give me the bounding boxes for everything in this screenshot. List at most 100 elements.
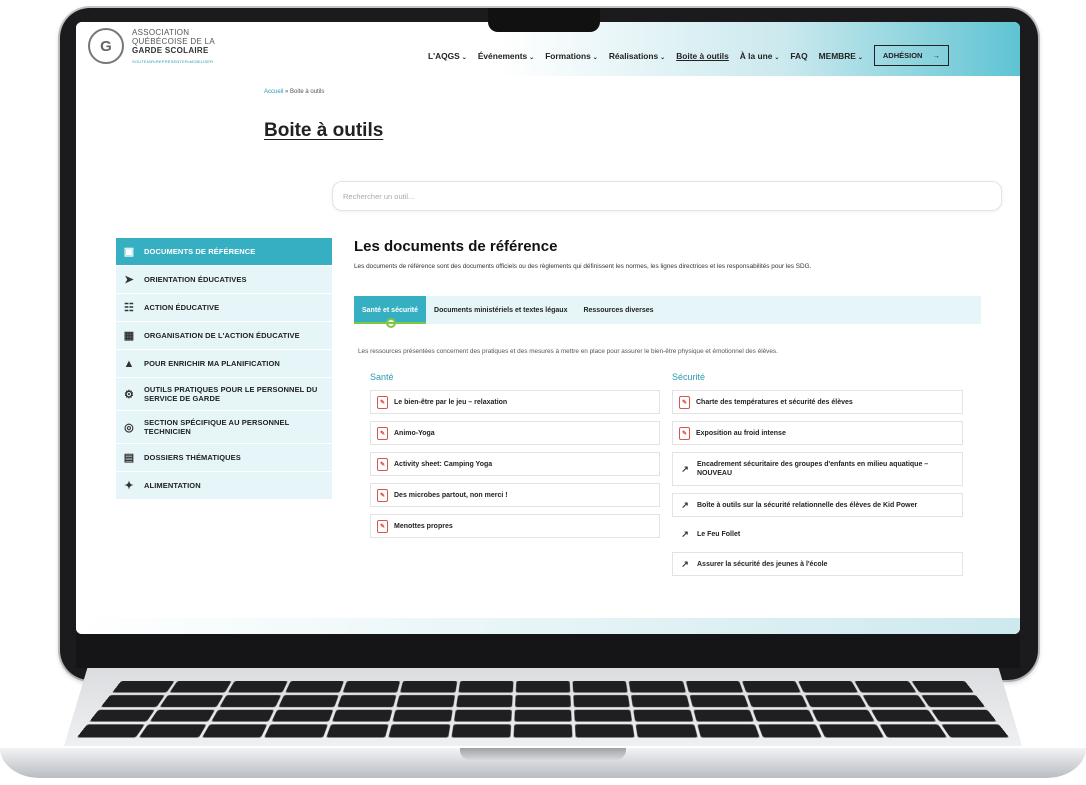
nav-item-faq[interactable]: FAQ: [790, 51, 807, 61]
chevron-down-icon: ⌄: [858, 55, 863, 61]
pdf-icon: ✎: [377, 458, 388, 471]
tab-sante-securite[interactable]: Santé et sécurité: [354, 296, 426, 324]
magnifier-document-icon: ☷: [122, 301, 136, 315]
external-link-icon: ↗: [679, 464, 691, 475]
list-item[interactable]: ✎ Le bien-être par le jeu – relaxation: [370, 390, 660, 414]
sidebar-item-label: DOCUMENTS DE RÉFÉRENCE: [144, 247, 255, 256]
sidebar-item-label: ORGANISATION DE L'ACTION ÉDUCATIVE: [144, 331, 300, 340]
nav-item-membre[interactable]: MEMBRE ⌄: [819, 51, 863, 61]
chevron-down-icon: ⌄: [660, 55, 665, 61]
list-item[interactable]: ✎ Des microbes partout, non merci !: [370, 483, 660, 507]
tool-search: [332, 181, 1002, 211]
sidebar-item-dossiers-thematiques[interactable]: ▤ DOSSIERS THÉMATIQUES: [116, 444, 332, 471]
sidebar-item-documents-reference[interactable]: ▣ DOCUMENTS DE RÉFÉRENCE: [116, 238, 332, 265]
pdf-icon: ✎: [377, 396, 388, 409]
list-item[interactable]: ↗ Le Feu Follet: [672, 522, 963, 546]
logo-line-3: GARDE SCOLAIRE: [132, 46, 215, 55]
sidebar-item-organisation[interactable]: ▦ ORGANISATION DE L'ACTION ÉDUCATIVE: [116, 322, 332, 349]
list-item[interactable]: ✎ Exposition au froid intense: [672, 421, 963, 445]
search-input[interactable]: [333, 182, 1001, 210]
list-item[interactable]: ✎ Menottes propres: [370, 514, 660, 538]
list-item[interactable]: ✎ Charte des températures et sécurité des…: [672, 390, 963, 414]
nav-item-boite-a-outils[interactable]: Boite à outils: [676, 51, 729, 61]
document-search-icon: ▣: [122, 245, 136, 259]
sidebar-item-label: POUR ENRICHIR MA PLANIFICATION: [144, 359, 280, 368]
logo-tagline: SOUTENIR•REPRÉSENTER•MOBILISER: [132, 57, 215, 66]
category-sidebar: ▣ DOCUMENTS DE RÉFÉRENCE ➤ ORIENTATION É…: [116, 238, 332, 500]
sidebar-item-action-educative[interactable]: ☷ ACTION ÉDUCATIVE: [116, 294, 332, 321]
external-link-icon: ↗: [679, 529, 691, 540]
external-link-icon: ↗: [679, 500, 691, 511]
breadcrumb: Accueil » Boite à outils: [264, 89, 324, 95]
camera-notch: [488, 8, 600, 32]
sidebar-item-label: ALIMENTATION: [144, 481, 201, 490]
document-title: Encadrement sécuritaire des groupes d'en…: [697, 460, 962, 478]
list-item[interactable]: ✎ Animo-Yoga: [370, 421, 660, 445]
browser-screen: G ASSOCIATION QUÉBÉCOISE DE LA GARDE SCO…: [76, 22, 1020, 634]
list-item[interactable]: ↗ Assurer la sécurité des jeunes à l'écol…: [672, 552, 963, 576]
breadcrumb-separator: »: [283, 89, 290, 95]
growth-chart-icon: ▲: [122, 357, 136, 371]
pdf-icon: ✎: [377, 520, 388, 533]
calendar-grid-icon: ▦: [122, 329, 136, 343]
list-item[interactable]: ✎ Activity sheet: Camping Yoga: [370, 452, 660, 476]
pdf-icon: ✎: [679, 427, 690, 440]
sidebar-item-outils-pratiques[interactable]: ⚙ OUTILS PRATIQUES POUR LE PERSONNEL DU …: [116, 378, 332, 410]
logo-text: ASSOCIATION QUÉBÉCOISE DE LA GARDE SCOLA…: [132, 28, 215, 66]
nav-item-evenements[interactable]: Événements ⌄: [478, 51, 534, 61]
laptop-bezel-bottom: [76, 634, 1020, 668]
list-item[interactable]: ↗ Boîte à outils sur la sécurité relation…: [672, 493, 963, 517]
chevron-down-icon: ⌄: [774, 55, 779, 61]
laptop-thumb-notch: [460, 748, 626, 760]
nav-label: Événements: [478, 51, 527, 61]
main-content: Les documents de référence Les documents…: [354, 238, 984, 270]
site-logo[interactable]: G ASSOCIATION QUÉBÉCOISE DE LA GARDE SCO…: [88, 28, 215, 66]
tab-documents-ministeriels[interactable]: Documents ministériels et textes légaux: [426, 296, 575, 324]
breadcrumb-current: Boite à outils: [290, 89, 324, 95]
document-title: Le bien-être par le jeu – relaxation: [394, 398, 507, 407]
nav-item-realisations[interactable]: Réalisations ⌄: [609, 51, 665, 61]
tab-ressources-diverses[interactable]: Ressources diverses: [575, 296, 661, 324]
chevron-down-icon: ⌄: [593, 55, 598, 61]
nav-label: MEMBRE: [819, 51, 856, 61]
sidebar-item-orientation-educatives[interactable]: ➤ ORIENTATION ÉDUCATIVES: [116, 266, 332, 293]
nav-label: À la une: [740, 51, 773, 61]
adhesion-button[interactable]: ADHÉSION →: [874, 45, 949, 66]
breadcrumb-home-link[interactable]: Accueil: [264, 89, 283, 95]
list-item[interactable]: ↗ Encadrement sécuritaire des groupes d'e…: [672, 452, 963, 486]
document-title: Des microbes partout, non merci !: [394, 491, 508, 500]
external-link-icon: ↗: [679, 559, 691, 570]
sidebar-item-enrichir-planification[interactable]: ▲ POUR ENRICHIR MA PLANIFICATION: [116, 350, 332, 377]
document-title: Exposition au froid intense: [696, 429, 786, 438]
document-title: Charte des températures et sécurité des …: [696, 398, 853, 407]
laptop-mockup: G ASSOCIATION QUÉBÉCOISE DE LA GARDE SCO…: [0, 0, 1086, 785]
logo-line-1: ASSOCIATION: [132, 28, 215, 37]
adhesion-label: ADHÉSION: [883, 51, 923, 60]
document-title: Activity sheet: Camping Yoga: [394, 460, 492, 469]
sidebar-item-personnel-technicien[interactable]: ◎ SECTION SPÉCIFIQUE AU PERSONNEL TECHNI…: [116, 411, 332, 443]
document-title: Assurer la sécurité des jeunes à l'école: [697, 560, 827, 569]
sante-column-title: Santé: [370, 372, 394, 382]
carrot-icon: ✦: [122, 479, 136, 493]
document-title: Boîte à outils sur la sécurité relationn…: [697, 501, 917, 510]
sidebar-item-label: ORIENTATION ÉDUCATIVES: [144, 275, 247, 284]
pdf-icon: ✎: [377, 489, 388, 502]
settings-people-icon: ⚙: [122, 387, 136, 401]
document-title: Menottes propres: [394, 522, 453, 531]
nav-item-aqgs[interactable]: L'AQGS ⌄: [428, 51, 467, 61]
nav-label: Réalisations: [609, 51, 658, 61]
nav-label: L'AQGS: [428, 51, 460, 61]
screen-footer-band: [76, 618, 1020, 634]
nav-label: Formations: [545, 51, 591, 61]
nav-item-a-la-une[interactable]: À la une ⌄: [740, 51, 780, 61]
logo-emblem-icon: G: [88, 28, 124, 64]
section-intro: Les documents de référence sont des docu…: [354, 263, 984, 270]
pdf-icon: ✎: [679, 396, 690, 409]
target-person-icon: ◎: [122, 420, 136, 434]
nav-item-formations[interactable]: Formations ⌄: [545, 51, 598, 61]
sidebar-item-label: ACTION ÉDUCATIVE: [144, 303, 219, 312]
sidebar-item-label: DOSSIERS THÉMATIQUES: [144, 453, 241, 462]
folders-icon: ▤: [122, 451, 136, 465]
section-heading: Les documents de référence: [354, 238, 984, 255]
sidebar-item-alimentation[interactable]: ✦ ALIMENTATION: [116, 472, 332, 499]
